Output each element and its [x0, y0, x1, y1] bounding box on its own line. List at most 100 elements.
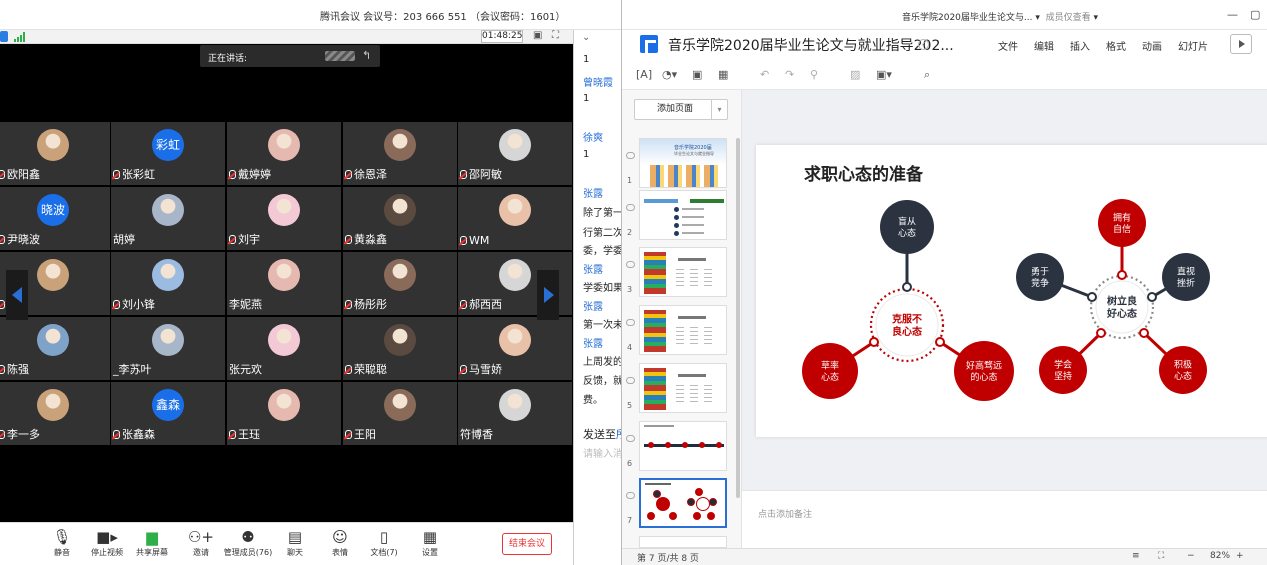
chat-input[interactable]: 请输入消: [583, 445, 622, 460]
grid-icon: ▦: [422, 528, 438, 546]
participant-tile[interactable]: WM: [458, 187, 572, 250]
play-button[interactable]: [1230, 34, 1252, 54]
participant-tile[interactable]: 张元欢: [227, 317, 341, 380]
layout-icon[interactable]: ▣: [533, 30, 542, 41]
slide-thumbnail[interactable]: 音乐学院2020届 毕业生论文与就业指导: [639, 138, 727, 188]
chevron-down-icon[interactable]: ▾: [711, 100, 727, 119]
zoom-in-icon[interactable]: +: [1236, 551, 1244, 561]
invite-button[interactable]: ⚇+ 邀请: [181, 527, 221, 563]
background-icon[interactable]: ▨: [850, 68, 860, 81]
comment-icon[interactable]: [626, 319, 635, 326]
muted-mic-icon: [0, 235, 5, 244]
thumb-line: [676, 384, 684, 402]
participant-tile[interactable]: 徐恩泽: [343, 122, 457, 185]
label-line: 学会: [1054, 359, 1072, 371]
text-box-icon[interactable]: [A]: [636, 68, 652, 81]
settings-button[interactable]: ▦ 设置: [410, 527, 450, 563]
maximize-icon[interactable]: ▢: [1250, 8, 1260, 21]
comment-icon[interactable]: [626, 435, 635, 442]
participant-name-text: 刘小锋: [122, 298, 155, 311]
participant-tile[interactable]: 杨彤彤: [343, 252, 457, 315]
table-icon[interactable]: ▦: [718, 68, 728, 81]
thumb-heading: [645, 483, 671, 485]
end-meeting-button[interactable]: 结束会议: [502, 533, 552, 555]
notes-area[interactable]: 点击添加备注: [742, 490, 1267, 548]
image-icon[interactable]: ▣: [692, 68, 702, 81]
participant-name-text: 邵阿敏: [469, 168, 502, 181]
menu-slide[interactable]: 幻灯片: [1178, 38, 1208, 53]
petal-label: 草率心态: [821, 360, 839, 383]
zoom-out-icon[interactable]: −: [1187, 551, 1195, 561]
comment-icon[interactable]: [626, 377, 635, 384]
participant-tile[interactable]: 胡婷: [111, 187, 225, 250]
thumbnail-scrollbar[interactable]: [736, 138, 740, 498]
return-icon[interactable]: ↰: [362, 49, 371, 62]
find-icon[interactable]: ⌕: [924, 68, 930, 82]
share-screen-button[interactable]: ▆ 共享屏幕: [132, 527, 172, 563]
chevron-down-icon[interactable]: ⌄: [582, 32, 590, 43]
comment-icon[interactable]: [626, 204, 635, 211]
participant-tile[interactable]: 邵阿敏: [458, 122, 572, 185]
participant-tile[interactable]: 陈强: [0, 317, 110, 380]
stop-video-button[interactable]: ■▸ 停止视频: [87, 527, 127, 563]
signal-icon: [14, 32, 26, 42]
comment-icon[interactable]: [626, 152, 635, 159]
add-page-button[interactable]: 添加页面 ▾: [634, 99, 728, 120]
menu-file[interactable]: 文件: [998, 38, 1018, 53]
arrow-left-icon: [12, 287, 22, 303]
participant-tile[interactable]: 符博香: [458, 382, 572, 445]
participant-name: 杨彤彤: [345, 296, 387, 312]
next-page-button[interactable]: [537, 270, 559, 320]
slide-thumbnail[interactable]: [639, 363, 727, 413]
participant-tile[interactable]: 荣聪聪: [343, 317, 457, 380]
format-painter-icon[interactable]: ⚲: [810, 68, 818, 81]
send-to-row[interactable]: 发送至所: [583, 426, 622, 442]
prev-page-button[interactable]: [6, 270, 28, 320]
menu-animation[interactable]: 动画: [1142, 38, 1162, 53]
docs-menu-bar: 音乐学院2020届毕业生论文与就业指导202... ✓ 文件 编辑 插入 格式 …: [622, 30, 1267, 60]
notes-toggle-icon[interactable]: ≡: [1132, 551, 1140, 561]
fit-screen-icon[interactable]: ⛶: [1158, 551, 1164, 561]
thumb-books-image: [644, 310, 666, 352]
slide-thumbnail[interactable]: [639, 305, 727, 355]
docs-button[interactable]: ▯ 文档(7): [364, 527, 404, 563]
participant-tile[interactable]: 晓波 尹晓波: [0, 187, 110, 250]
menu-edit[interactable]: 编辑: [1034, 38, 1054, 53]
muted-mic-icon: [0, 365, 5, 374]
chat-button[interactable]: ▤ 聊天: [275, 527, 315, 563]
participant-tile[interactable]: 马雪娇: [458, 317, 572, 380]
minimize-icon[interactable]: —: [1227, 8, 1238, 21]
participant-tile[interactable]: 彩虹 张彩虹: [111, 122, 225, 185]
participant-tile[interactable]: 李妮燕: [227, 252, 341, 315]
participant-tile[interactable]: 王珏: [227, 382, 341, 445]
redo-icon[interactable]: ↷: [785, 68, 794, 81]
participant-tile[interactable]: 鑫森 张鑫森: [111, 382, 225, 445]
participant-tile[interactable]: 李一多: [0, 382, 110, 445]
manage-members-button[interactable]: ⚉ 管理成员(76): [224, 527, 272, 563]
slide-thumbnail[interactable]: [639, 247, 727, 297]
participant-tile[interactable]: 刘宇: [227, 187, 341, 250]
label-line: 坚持: [1054, 370, 1072, 382]
slide-thumbnail[interactable]: [639, 190, 727, 240]
slide-thumbnail[interactable]: [639, 478, 727, 528]
participant-tile[interactable]: 刘小锋: [111, 252, 225, 315]
menu-insert[interactable]: 插入: [1070, 38, 1090, 53]
mute-button[interactable]: 🎙 静音: [42, 527, 82, 563]
slide-thumbnail[interactable]: [639, 421, 727, 471]
slide-thumbnail[interactable]: [639, 536, 727, 548]
fullscreen-icon[interactable]: ⛶: [552, 30, 559, 41]
avatar: 晓波: [37, 194, 69, 226]
comment-icon[interactable]: [626, 492, 635, 499]
participant-tile[interactable]: 戴婷婷: [227, 122, 341, 185]
thumb-node: [707, 512, 715, 520]
participant-name: 邵阿敏: [460, 166, 502, 182]
participant-tile[interactable]: 王阳: [343, 382, 457, 445]
comment-icon[interactable]: [626, 261, 635, 268]
participant-tile[interactable]: _李苏叶: [111, 317, 225, 380]
layout-dropdown-icon[interactable]: ▣▾: [876, 68, 892, 81]
undo-icon[interactable]: ↶: [760, 68, 769, 81]
menu-format[interactable]: 格式: [1106, 38, 1126, 53]
shape-icon[interactable]: ◔▾: [662, 68, 677, 81]
participant-tile[interactable]: 黄淼鑫: [343, 187, 457, 250]
participant-tile[interactable]: 欧阳鑫: [0, 122, 110, 185]
